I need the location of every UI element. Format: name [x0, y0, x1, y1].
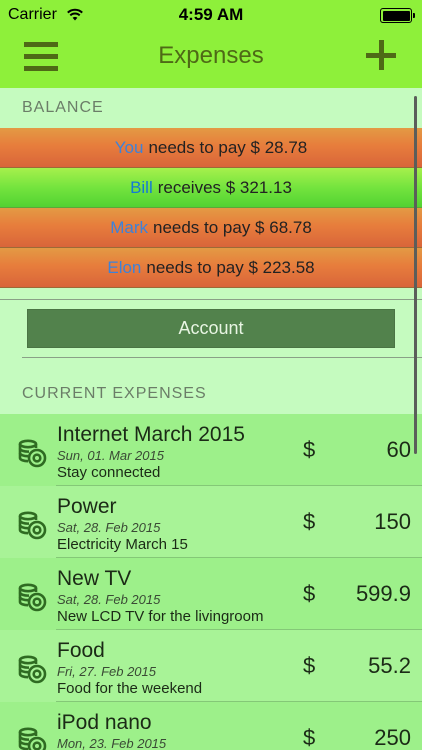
- expense-row[interactable]: New TV Sat, 28. Feb 2015 New LCD TV for th…: [0, 558, 422, 630]
- expense-description: Stay connected: [57, 464, 161, 481]
- balance-text: needs to pay $ 223.58: [146, 257, 315, 277]
- current-expenses-section-header: CURRENT EXPENSES: [22, 385, 207, 402]
- expense-description: Food for the weekend: [57, 680, 203, 697]
- expense-row[interactable]: iPod nano Mon, 23. Feb 2015 $250: [0, 702, 422, 750]
- expense-amount: 599.9: [355, 581, 411, 606]
- expense-currency: $: [303, 509, 316, 534]
- expense-date: Sat, 28. Feb 2015: [57, 592, 161, 607]
- coins-icon: [17, 582, 47, 612]
- add-expense-plus-icon[interactable]: [366, 40, 396, 70]
- expense-title: Food: [57, 639, 105, 662]
- expense-description: New LCD TV for the livingroom: [57, 608, 264, 625]
- expense-title: Internet March 2015: [57, 423, 245, 446]
- expense-title: New TV: [57, 567, 132, 590]
- divider: [0, 299, 422, 300]
- expense-row[interactable]: Internet March 2015 Sun, 01. Mar 2015 Stay…: [0, 414, 422, 486]
- balance-row-bill[interactable]: Bill receives $ 321.13: [0, 168, 422, 208]
- expense-currency: $: [303, 581, 316, 606]
- expense-amount: 60: [386, 437, 411, 462]
- divider: [22, 357, 422, 358]
- expense-date: Sat, 28. Feb 2015: [57, 520, 161, 535]
- coins-icon: [17, 438, 47, 468]
- scrollbar[interactable]: [414, 96, 417, 454]
- page-title: Expenses: [158, 42, 264, 69]
- expense-row[interactable]: Food Fri, 27. Feb 2015 Food for the weeken…: [0, 630, 422, 702]
- expense-row[interactable]: Power Sat, 28. Feb 2015 Electricity March …: [0, 486, 422, 558]
- expense-date: Mon, 23. Feb 2015: [57, 736, 167, 750]
- expense-title: Power: [57, 495, 117, 518]
- balance-name: Mark: [110, 217, 148, 237]
- balance-name: Elon: [107, 257, 142, 277]
- balance-name: You: [114, 137, 144, 157]
- balance-name: Bill: [130, 177, 153, 197]
- balance-text: needs to pay $ 28.78: [148, 137, 308, 157]
- coins-icon: [17, 654, 47, 684]
- expense-amount: 55.2: [368, 653, 411, 678]
- balance-row-elon[interactable]: Elon needs to pay $ 223.58: [0, 248, 422, 288]
- balance-row-you[interactable]: You needs to pay $ 28.78: [0, 128, 422, 168]
- expense-currency: $: [303, 437, 316, 462]
- expense-title: iPod nano: [57, 711, 152, 734]
- navigation-bar: Carrier 4:59 AM Expenses: [0, 0, 422, 88]
- expense-currency: $: [303, 725, 316, 750]
- balance-text: needs to pay $ 68.78: [152, 217, 312, 237]
- expense-amount: 250: [374, 725, 411, 750]
- account-button[interactable]: Account: [27, 309, 395, 348]
- coins-icon: [17, 510, 47, 540]
- expense-currency: $: [303, 653, 316, 678]
- expense-date: Fri, 27. Feb 2015: [57, 664, 156, 679]
- expense-description: Electricity March 15: [57, 536, 188, 553]
- expense-amount: 150: [374, 509, 411, 534]
- battery-icon: [380, 8, 415, 23]
- expense-date: Sun, 01. Mar 2015: [57, 448, 164, 463]
- balance-row-mark[interactable]: Mark needs to pay $ 68.78: [0, 208, 422, 248]
- clock: 4:59 AM: [178, 5, 244, 24]
- balance-section-header: BALANCE: [22, 99, 104, 116]
- balance-text: receives $ 321.13: [157, 177, 292, 197]
- status-bar: Carrier 4:59 AM: [0, 0, 422, 30]
- coins-icon: [17, 726, 47, 750]
